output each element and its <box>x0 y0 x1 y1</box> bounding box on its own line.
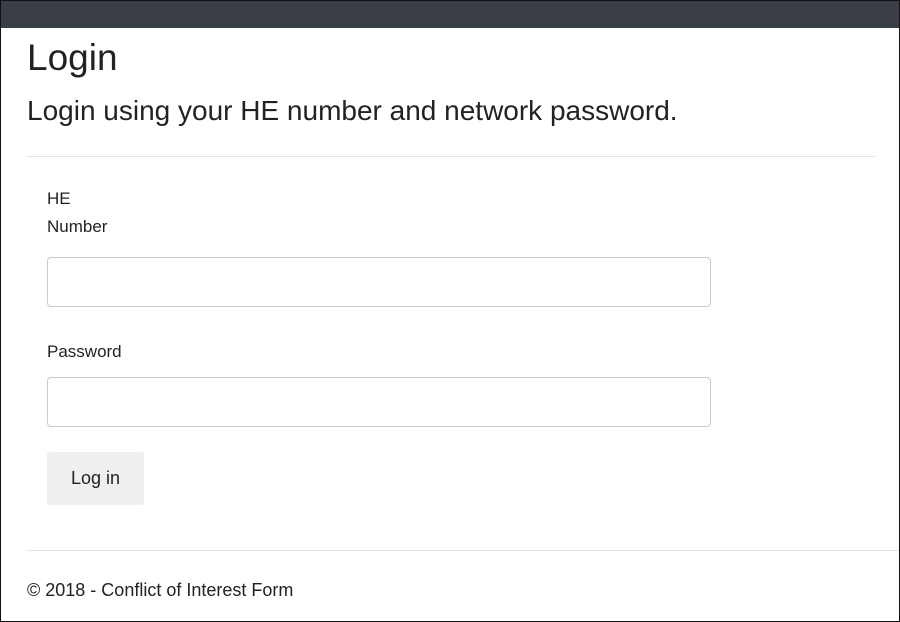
password-input[interactable] <box>47 377 711 427</box>
header-divider <box>27 156 875 157</box>
he-number-input[interactable] <box>47 257 711 307</box>
browser-page: Login Login using your HE number and net… <box>0 0 900 622</box>
page-title: Login <box>27 37 118 78</box>
top-navbar <box>1 1 899 28</box>
he-number-label: HE Number <box>47 189 108 236</box>
login-button[interactable]: Log in <box>47 452 144 505</box>
page-subtitle: Login using your HE number and network p… <box>27 95 678 126</box>
password-label: Password <box>47 342 122 361</box>
footer-divider <box>27 550 899 551</box>
footer-copyright: © 2018 - Conflict of Interest Form <box>27 580 294 600</box>
